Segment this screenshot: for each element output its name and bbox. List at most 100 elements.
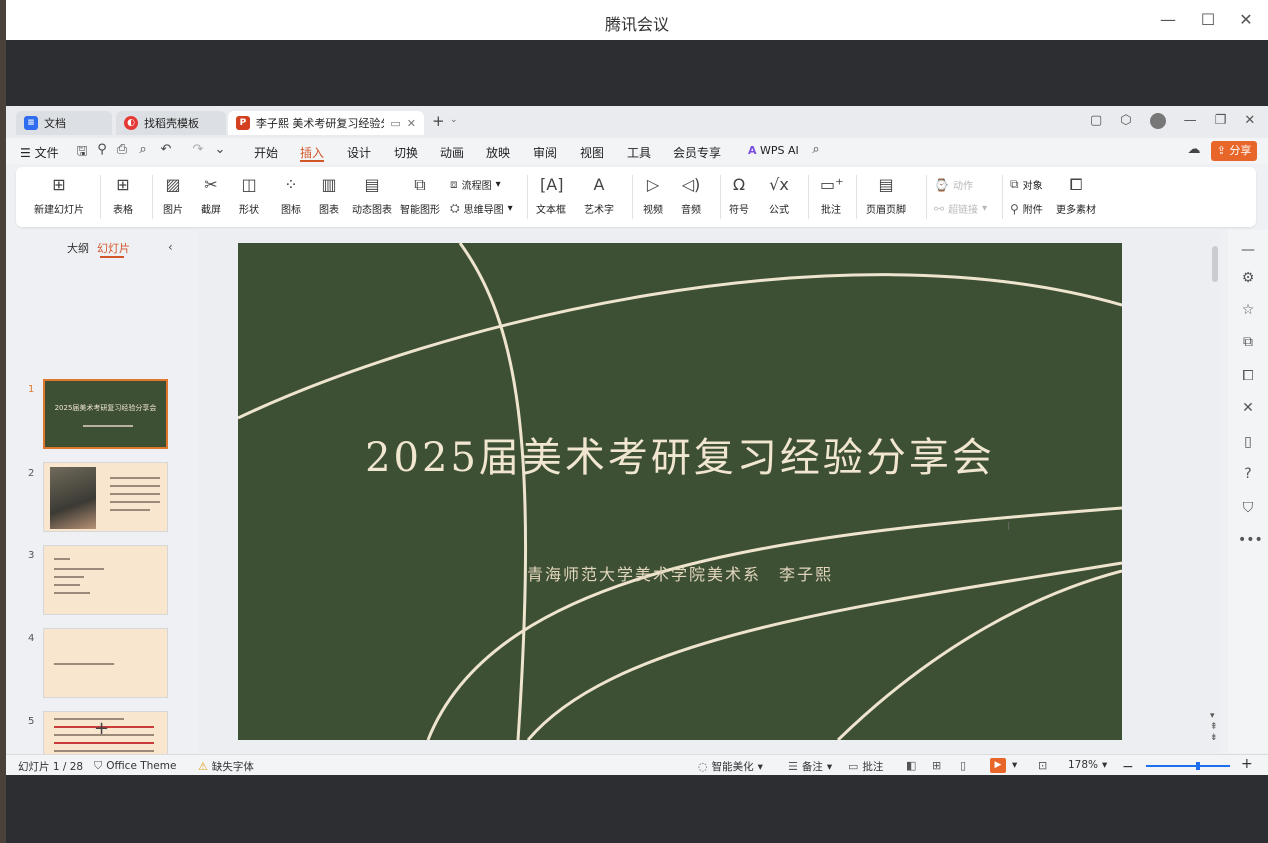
textbox-button[interactable]: [A] 文本框 [536,175,566,216]
tab-slides[interactable]: 幻灯片 [97,240,130,256]
slide-thumbnail-3[interactable] [43,545,168,615]
menu-review[interactable]: 审阅 [533,144,557,161]
zoom-slider[interactable] [1146,765,1230,767]
action-button[interactable]: ⌚ 动作 [934,177,973,193]
zoom-slider-knob[interactable] [1196,762,1200,770]
slide-subtitle[interactable]: 青海师范大学美术学院美术系 李子熙 [238,561,1122,585]
link-icon[interactable]: ⚲ [94,142,110,158]
reading-view-icon[interactable]: ▯ [960,759,966,772]
slide-thumbnail-1[interactable]: 2025届美术考研复习经验分享会 [43,379,168,449]
vertical-scrollbar[interactable] [1212,236,1218,746]
normal-view-icon[interactable]: ◧ [906,759,916,772]
play-options-chevron-icon[interactable]: ▾ [1012,759,1017,771]
symbol-button[interactable]: Ω 符号 [728,175,750,216]
object-button[interactable]: ⧉ 对象 [1010,177,1043,192]
table-button[interactable]: ⊞ 表格 [112,175,134,216]
theme-indicator[interactable]: ⛉ Office Theme [94,759,176,773]
smart-graphic-button[interactable]: ⧉ 智能图形 [400,175,440,216]
zoom-in-icon[interactable]: + [1241,756,1253,772]
audio-button[interactable]: ◁) 音频 [680,175,702,216]
wps-ai-button[interactable]: A WPS AI [748,144,799,157]
notes-button[interactable]: ☰ 备注 ▾ [788,759,832,774]
tab-docer-templates[interactable]: ◐ 找稻壳模板 [116,111,226,135]
tablet-mode-icon[interactable]: ▢ [1090,113,1102,129]
menu-home[interactable]: 开始 [254,144,278,161]
tab-current-presentation[interactable]: P 李子熙 美术考研复习经验分享 ▭ ✕ [228,111,424,135]
app-restore-icon[interactable]: ❐ [1215,113,1227,129]
image-edit-icon[interactable]: ⧠ [1238,368,1258,388]
screen-icon[interactable]: ▭ [390,117,400,130]
screenshot-button[interactable]: ✂ 截屏 [200,175,222,216]
mindmap-button[interactable]: ⛭ 思维导图 ▾ [450,201,513,216]
icon-button[interactable]: ⁘ 图标 [280,175,302,216]
cloud-sync-icon[interactable]: ☁ [1186,142,1202,158]
save-icon[interactable]: 🖫 [74,142,90,159]
current-slide[interactable]: 2025届美术考研复习经验分享会 青海师范大学美术学院美术系 李子熙 [238,243,1122,740]
menu-slideshow[interactable]: 放映 [486,144,510,161]
file-menu[interactable]: ☰ 文件 [20,144,59,161]
book-icon[interactable]: ▯ [1238,434,1258,454]
fit-window-icon[interactable]: ⊡ [1038,759,1047,772]
play-slideshow-button[interactable]: ▶ [990,758,1006,773]
smart-beautify-button[interactable]: ◌ 智能美化 ▾ [698,759,763,774]
add-slide-icon[interactable]: + [94,718,109,739]
copy-icon[interactable]: ⧉ [1238,334,1258,354]
shirt-icon[interactable]: ⛉ [1238,500,1258,520]
cube-icon[interactable]: ⬡ [1120,113,1131,129]
video-button[interactable]: ▷ 视频 [642,175,664,216]
zoom-out-icon[interactable]: − [1122,759,1134,775]
menu-transition[interactable]: 切换 [394,144,418,161]
picture-button[interactable]: ▨ 图片 [162,175,184,216]
tab-docs[interactable]: ≡ 文档 [16,111,112,135]
new-slide-button[interactable]: ⊞ 新建幻灯片 [34,175,84,216]
app-close-icon[interactable]: ✕ [1244,113,1255,129]
slide-title[interactable]: 2025届美术考研复习经验分享会 [238,425,1122,483]
tab-close-icon[interactable]: ✕ [407,117,416,130]
app-minimize-icon[interactable]: — [1184,113,1197,129]
more-icon[interactable]: ••• [1238,532,1263,552]
formula-button[interactable]: √x 公式 [768,175,790,216]
comment-button[interactable]: ▭⁺ 批注 [820,175,844,216]
close-icon[interactable]: ✕ [1234,8,1258,32]
shape-button[interactable]: ◫ 形状 [238,175,260,216]
search-icon[interactable]: ⌕ [808,142,824,158]
zoom-level[interactable]: 178% ▾ [1068,759,1107,771]
menu-design[interactable]: 设计 [347,144,371,161]
tools-icon[interactable]: ✕ [1238,400,1258,420]
collapse-panel-icon[interactable]: ‹ [168,240,173,254]
menu-view[interactable]: 视图 [580,144,604,161]
new-tab-icon[interactable]: + [432,112,445,130]
tab-list-chevron-icon[interactable]: ⌄ [450,115,458,125]
hyperlink-button[interactable]: ⚯ 超链接 ▾ [934,201,987,217]
avatar[interactable] [1149,113,1166,129]
share-button[interactable]: ⇪ 分享 [1211,141,1257,161]
print-preview-icon[interactable]: ⌕ [135,142,151,158]
menu-animation[interactable]: 动画 [440,144,464,161]
menu-member[interactable]: 会员专享 [673,144,721,161]
redo-icon[interactable]: ↷ [190,142,206,158]
menu-insert[interactable]: 插入 [300,144,324,161]
star-icon[interactable]: ☆ [1238,302,1258,322]
header-footer-button[interactable]: ▤ 页眉页脚 [866,175,906,216]
more-assets-button[interactable]: ⧠ 更多素材 [1056,175,1096,216]
attachment-button[interactable]: ⚲ 附件 [1010,201,1043,217]
missing-font-warning[interactable]: ⚠ 缺失字体 [198,759,254,774]
flowchart-button[interactable]: ⧈ 流程图 ▾ [450,177,501,192]
comments-button[interactable]: ▭ 批注 [848,759,883,774]
help-icon[interactable]: ? [1238,466,1258,486]
menu-tools[interactable]: 工具 [627,144,651,161]
settings-sliders-icon[interactable]: ⚙ [1238,270,1258,290]
grid-view-icon[interactable]: ⊞ [932,759,941,772]
undo-icon[interactable]: ↶ [158,142,174,158]
tab-outline[interactable]: 大纲 [67,240,89,256]
scrollbar-thumb[interactable] [1212,246,1218,282]
slide-thumbnail-4[interactable] [43,628,168,698]
print-icon[interactable]: ⎙ [114,142,130,158]
chart-button[interactable]: ▥ 图表 [318,175,340,216]
rail-collapse-icon[interactable]: — [1238,242,1258,262]
wordart-button[interactable]: A 艺术字 [584,175,614,216]
maximize-icon[interactable]: ☐ [1196,8,1220,32]
quick-access-chevron-icon[interactable]: ⌄ [212,142,228,158]
prev-next-slide-icon[interactable]: ▾ ⇞ ⇟ [1210,711,1218,744]
dynamic-chart-button[interactable]: ▤ 动态图表 [352,175,392,216]
